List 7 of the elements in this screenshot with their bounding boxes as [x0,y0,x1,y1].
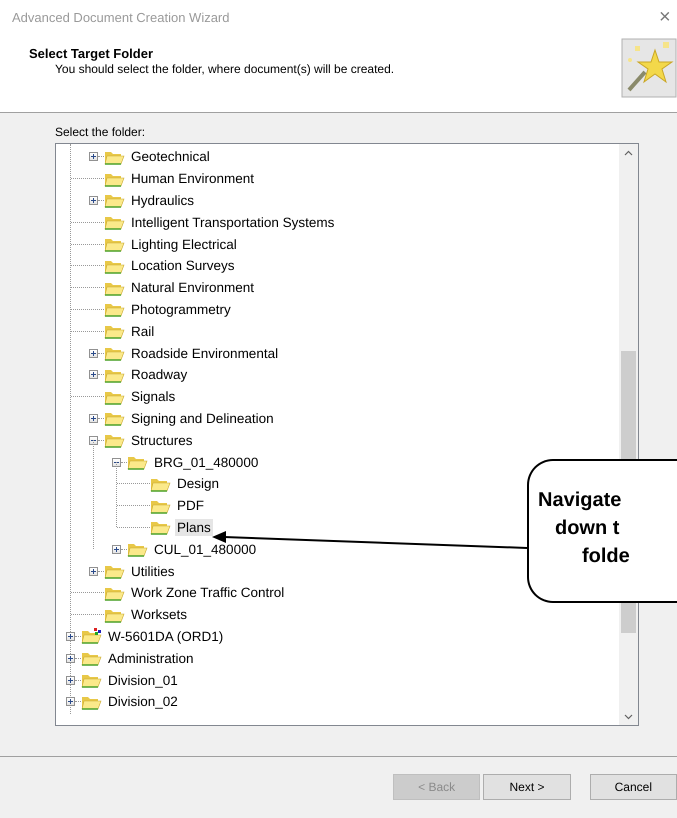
page-title: Select Target Folder [29,46,154,61]
tree-label: Select the folder: [55,125,146,141]
callout-text: Navigate [538,488,622,513]
window-title: Advanced Document Creation Wizard [12,10,230,24]
callout-text: down t [555,516,620,541]
page-subtitle: You should select the folder, where document(s) will be created. [55,62,394,76]
callout-text: folde [582,544,631,569]
